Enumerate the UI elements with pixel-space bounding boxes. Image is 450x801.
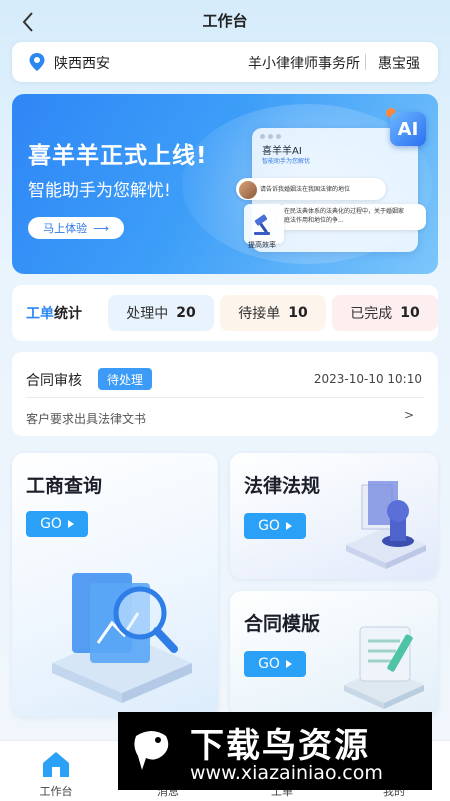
- answer-bubble: 在民法典体系的法典化的过程中，关于婚姻家庭法作用和地位的争... ◎: [278, 204, 426, 230]
- watermark-title: 下载鸟资源: [190, 726, 370, 766]
- stats-label-highlight: 工单: [26, 306, 54, 322]
- stats-label-rest: 统计: [54, 306, 82, 322]
- question-bubble: 请告诉我婚姻法在我国法律的地位: [236, 178, 386, 200]
- tab-workbench[interactable]: 工作台: [0, 741, 112, 801]
- promo-banner[interactable]: 喜羊羊正式上线! 智能助手为您解忧! 马上体验 ⟶ 喜羊羊AI 智能助手为您解忧…: [12, 94, 438, 274]
- answer-text: 在民法典体系的法典化的过程中，关于婚姻家庭法作用和地位的争...: [284, 208, 405, 224]
- review-datetime: 2023-10-10 10:10: [313, 372, 422, 386]
- stat-count: 10: [400, 305, 420, 321]
- banner-title: 喜羊羊正式上线!: [28, 143, 208, 169]
- status-badge: 待处理: [98, 368, 152, 390]
- tab-label: 工作台: [39, 785, 73, 798]
- contract-template-card[interactable]: 合同模版 GO: [230, 591, 438, 717]
- avatar: [238, 180, 258, 200]
- stat-processing[interactable]: 处理中 20: [108, 295, 214, 331]
- assistant-tag: 智能助手为您解忧: [262, 158, 311, 165]
- stat-label: 已完成: [350, 306, 393, 322]
- divider: [26, 397, 424, 398]
- stat-label: 待接单: [238, 306, 281, 322]
- location-bar[interactable]: 陕西西安 羊小律律师事务所 惠宝强: [12, 42, 438, 82]
- gavel-icon: [244, 204, 284, 244]
- go-button[interactable]: GO: [244, 651, 306, 677]
- stat-label: 处理中: [126, 306, 169, 322]
- stamp-book-illustration: [338, 475, 430, 575]
- user-name: 惠宝强: [378, 56, 420, 72]
- stat-count: 10: [288, 305, 308, 321]
- window-dots-icon: [260, 134, 281, 139]
- location-pin-icon: [28, 52, 46, 72]
- play-icon: [285, 660, 292, 668]
- play-icon: [67, 520, 74, 528]
- try-now-button[interactable]: 马上体验 ⟶: [28, 217, 124, 239]
- document-pen-illustration: [338, 613, 430, 713]
- review-title: 合同审核: [26, 373, 82, 389]
- question-text: 请告诉我婚姻法在我国法律的地位: [260, 186, 351, 193]
- arrow-right-icon: ⟶: [93, 221, 109, 235]
- go-button[interactable]: GO: [26, 511, 88, 537]
- divider: [365, 54, 366, 70]
- stat-pending[interactable]: 待接单 10: [220, 295, 326, 331]
- card-title: 法律法规: [244, 475, 321, 497]
- go-label: GO: [258, 518, 280, 534]
- ai-chat-preview: 喜羊羊AI 智能助手为您解忧 请告诉我婚姻法在我国法律的地位 在民法典体系的法典…: [236, 128, 426, 252]
- top-nav: 工作台: [0, 0, 450, 44]
- go-button[interactable]: GO: [244, 513, 306, 539]
- card-title: 工商查询: [26, 475, 103, 497]
- chevron-right-icon[interactable]: >: [404, 408, 414, 422]
- laws-regulations-card[interactable]: 法律法规 GO: [230, 453, 438, 579]
- banner-subtitle: 智能助手为您解忧!: [28, 181, 171, 201]
- contract-review-card[interactable]: 合同审核 待处理 2023-10-10 10:10 客户要求出具法律文书 >: [12, 352, 438, 436]
- play-icon: [285, 522, 292, 530]
- business-query-card[interactable]: 工商查询 GO: [12, 453, 218, 717]
- page-title: 工作台: [202, 12, 248, 30]
- magnifier-chart-illustration: [42, 553, 202, 707]
- stat-count: 20: [176, 305, 196, 321]
- review-description: 客户要求出具法律文书: [26, 412, 147, 426]
- bird-logo-icon: [128, 726, 176, 776]
- card-title: 合同模版: [244, 613, 321, 635]
- watermark: 下载鸟资源 www.xiazainiao.com: [118, 712, 432, 790]
- watermark-url: www.xiazainiao.com: [190, 762, 383, 784]
- home-icon: [40, 749, 72, 779]
- go-label: GO: [40, 516, 62, 532]
- efficiency-label: 提高效率: [248, 241, 276, 249]
- stat-completed[interactable]: 已完成 10: [332, 295, 438, 331]
- go-label: GO: [258, 656, 280, 672]
- try-now-label: 马上体验: [43, 222, 88, 235]
- ticket-stats: 工单统计 处理中 20 待接单 10 已完成 10: [12, 285, 438, 341]
- firm-name: 羊小律律师事务所: [248, 56, 360, 72]
- stats-label: 工单统计: [26, 303, 82, 323]
- location-text[interactable]: 陕西西安: [54, 53, 110, 73]
- ai-logo-icon: AI: [390, 112, 426, 146]
- assistant-name: 喜羊羊AI: [262, 146, 302, 157]
